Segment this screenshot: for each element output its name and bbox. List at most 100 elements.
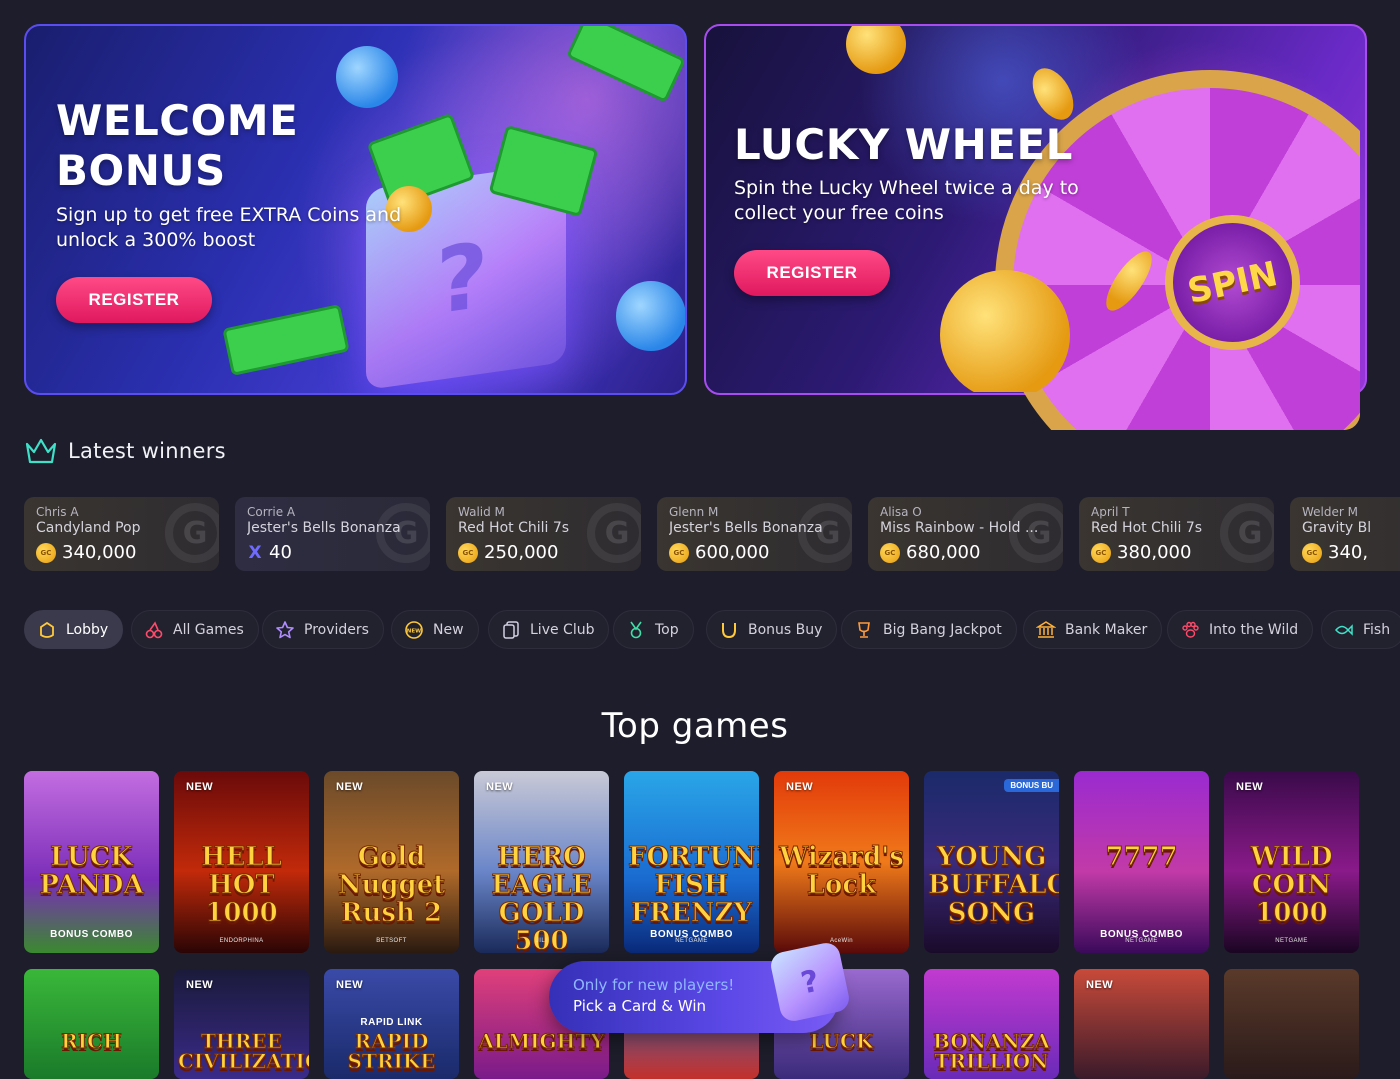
winner-name: Welder M [1302, 505, 1358, 519]
new-badge: NEW [186, 781, 214, 793]
winner-card[interactable]: G Chris A Candyland Pop GC 340,000 [24, 497, 219, 571]
game-title: RICH [61, 1029, 123, 1053]
game-provider: NETGAME [1125, 938, 1158, 944]
category-lobby[interactable]: Lobby [24, 610, 124, 649]
game-provider: NETGAME [1275, 938, 1308, 944]
trophy-icon [854, 620, 874, 640]
category-into-the-wild[interactable]: Into the Wild [1167, 610, 1314, 649]
game-tile[interactable]: FORTUNE FISH FRENZYBONUS COMBONETGAME [624, 771, 759, 953]
category-label: Live Club [530, 621, 595, 638]
game-title: Wizard's Lock [779, 842, 905, 900]
cards-icon [501, 620, 521, 640]
gold-coin-icon: GC [669, 542, 689, 563]
game-tile[interactable] [1224, 969, 1359, 1079]
game-tile[interactable]: RICH [24, 969, 159, 1079]
wheel-title: LUCKY WHEEL [734, 120, 1073, 169]
winner-amount: 250,000 [484, 542, 559, 563]
game-title: LUCK [809, 1029, 874, 1053]
gift-box-icon: ? [768, 940, 852, 1024]
category-new[interactable]: NEW New [391, 610, 479, 649]
category-label: All Games [173, 621, 244, 638]
winner-card[interactable]: G Glenn M Jester's Bells Bonanza GC 600,000 [657, 497, 852, 571]
cash-decoration-icon [566, 26, 685, 103]
game-title: HERO EAGLE GOLD 500 [491, 842, 592, 954]
winner-card[interactable]: G Corrie A Jester's Bells Bonanza X 40 [235, 497, 430, 571]
bank-icon [1036, 620, 1056, 640]
game-title: Gold Nugget Rush 2 [337, 842, 446, 928]
provider-logo-icon: G [1009, 503, 1063, 563]
winners-strip: G Chris A Candyland Pop GC 340,000 G Corrie AJ… [24, 497, 1400, 571]
horseshoe-icon [719, 620, 739, 640]
category-providers[interactable]: Providers [262, 610, 384, 649]
game-tile[interactable]: NEW WILD COIN 1000 NETGAME [1224, 771, 1359, 953]
game-tile[interactable]: NEW THREE CIVILIZATIONS [174, 969, 309, 1079]
winner-card[interactable]: G Walid M Red Hot Chili 7s GC 250,000 [446, 497, 641, 571]
provider-logo-icon: G [376, 503, 430, 563]
category-bonus-buy[interactable]: Bonus Buy [706, 610, 838, 649]
category-label: Big Bang Jackpot [883, 621, 1002, 638]
winner-card[interactable]: G April T Red Hot Chili 7s GC 380,000 [1079, 497, 1274, 571]
gold-coin-icon: GC [36, 542, 56, 563]
game-tile[interactable]: LUCK PANDA BONUS COMBO [24, 771, 159, 953]
category-big-bang-jackpot[interactable]: Big Bang Jackpot [841, 610, 1017, 649]
category-live-club[interactable]: Live Club [488, 610, 610, 649]
game-tile[interactable]: NEW RAPID STRIKE RAPID LINK [324, 969, 459, 1079]
winner-amount: 380,000 [1117, 542, 1192, 563]
game-title: WILD COIN 1000 [1250, 842, 1333, 928]
game-provider: NETGAME [675, 938, 708, 944]
category-label: Into the Wild [1209, 621, 1299, 638]
welcome-title-line2: BONUS [56, 146, 226, 195]
new-badge: NEW [1236, 781, 1264, 793]
winner-amount: 340,000 [62, 542, 137, 563]
winner-amount: 600,000 [695, 542, 770, 563]
new-badge: NEW [336, 781, 364, 793]
winner-amount: 340, [1328, 542, 1369, 563]
game-tile[interactable]: NEW [1074, 969, 1209, 1079]
game-provider: JILI [535, 938, 548, 944]
new-player-promo[interactable]: Only for new players! Pick a Card & Win … [549, 940, 852, 1033]
category-fish[interactable]: Fish [1321, 610, 1400, 649]
category-top[interactable]: Top [613, 610, 694, 649]
coin-decoration-icon [940, 270, 1070, 392]
wheel-register-button[interactable]: REGISTER [734, 250, 890, 296]
category-label: New [433, 621, 464, 638]
game-tile[interactable]: 7777 BONUS COMBO NETGAME [1074, 771, 1209, 953]
svg-text:NEW: NEW [407, 628, 421, 634]
wheel-text-line1: Spin the Lucky Wheel twice a day to [734, 177, 1079, 199]
game-tile[interactable]: BONANZA TRILLION [924, 969, 1059, 1079]
welcome-register-button[interactable]: REGISTER [56, 277, 212, 323]
game-title: RAPID STRIKE [347, 1029, 436, 1073]
welcome-title-line1: WELCOME [56, 96, 299, 145]
new-badge: NEW [486, 781, 514, 793]
winner-card[interactable]: G Alisa O Miss Rainbow - Hold ... GC 680,000 [868, 497, 1063, 571]
x-currency-icon: X [248, 542, 262, 563]
gold-coin-icon: GC [1091, 542, 1111, 563]
gold-coin-icon: GC [458, 542, 478, 563]
category-bank-maker[interactable]: Bank Maker [1023, 610, 1163, 649]
game-title: ALMIGHTY [478, 1029, 605, 1053]
game-subtitle: RAPID LINK [360, 1017, 423, 1028]
category-label: Lobby [66, 621, 109, 638]
provider-logo-icon: G [1220, 503, 1274, 563]
medal-icon [626, 620, 646, 640]
welcome-bonus-banner[interactable]: WELCOME BONUS Sign up to get free EXTRA … [24, 24, 687, 395]
game-tile[interactable]: NEW HERO EAGLE GOLD 500 JILI [474, 771, 609, 953]
new-badge-icon: NEW [404, 620, 424, 640]
winner-amount: 680,000 [906, 542, 981, 563]
cash-decoration-icon [222, 304, 350, 376]
new-badge: NEW [1086, 979, 1114, 991]
game-tile[interactable]: NEW HELL HOT 1000 ENDORPHINA [174, 771, 309, 953]
category-all-games[interactable]: All Games [131, 610, 259, 649]
game-provider: BETSOFT [376, 938, 407, 944]
game-tile[interactable]: BONUS BU YOUNG BUFFALO SONG [924, 771, 1059, 953]
game-title: THREE CIVILIZATIONS [178, 1029, 310, 1073]
game-provider: ENDORPHINA [219, 938, 264, 944]
game-tile[interactable]: NEW Gold Nugget Rush 2 BETSOFT [324, 771, 459, 953]
paw-icon [1180, 620, 1200, 640]
category-label: Fish [1363, 621, 1391, 638]
game-tile[interactable]: NEW Wizard's Lock AceWin [774, 771, 909, 953]
winner-card[interactable]: GWelder MGravity BlGC340, [1290, 497, 1400, 571]
winner-game: Gravity Bl [1302, 520, 1372, 536]
wheel-text-line2: collect your free coins [734, 202, 944, 224]
game-subtitle: BONUS COMBO [50, 929, 133, 940]
